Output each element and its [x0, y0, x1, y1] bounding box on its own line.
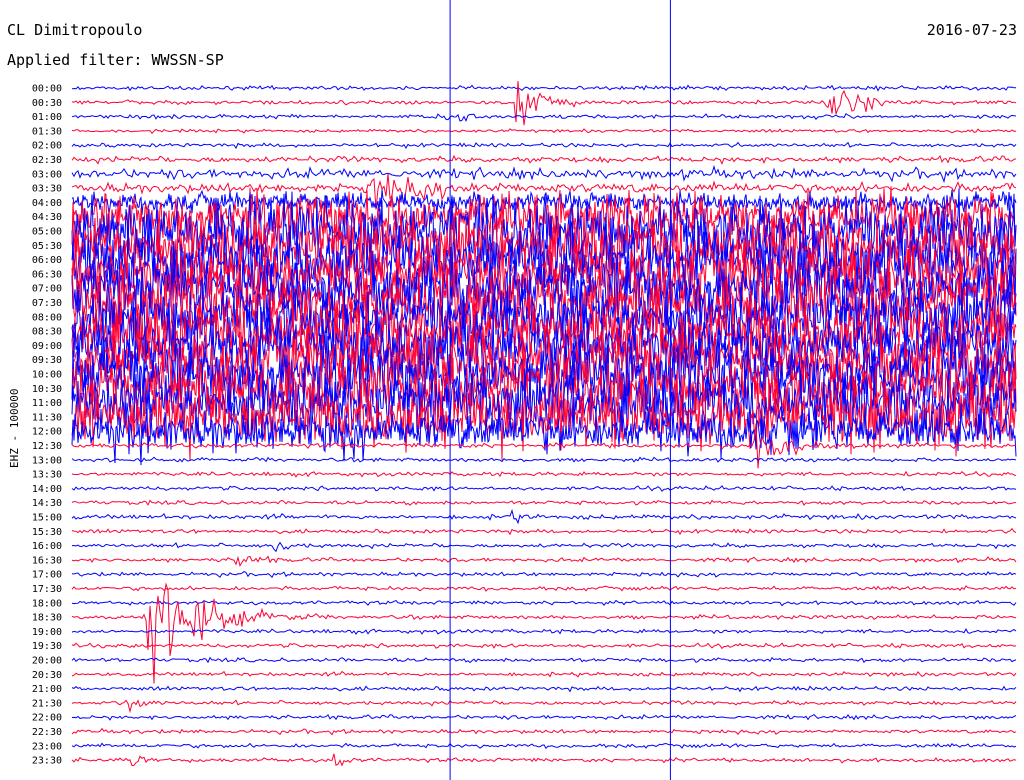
time-tick-label: 08:00: [32, 312, 62, 323]
time-tick-label: 06:00: [32, 255, 62, 266]
time-tick-label: 18:00: [32, 598, 62, 609]
time-tick-label: 07:00: [32, 284, 62, 295]
time-tick-label: 07:30: [32, 298, 62, 309]
trace-line: [71, 541, 1016, 553]
time-tick-label: 16:00: [32, 541, 62, 552]
trace-line: [71, 642, 1017, 650]
time-tick-label: 05:00: [32, 227, 62, 238]
time-tick-label: 01:30: [32, 126, 62, 137]
time-tick-label: 14:00: [32, 484, 62, 495]
time-tick-label: 11:00: [32, 398, 62, 409]
time-tick-label: 14:30: [32, 498, 62, 509]
time-tick-label: 15:30: [32, 527, 62, 538]
time-tick-label: 09:00: [32, 341, 62, 352]
trace-line: [71, 499, 1016, 506]
time-tick-label: 06:30: [32, 269, 62, 280]
time-tick-label: 15:00: [32, 513, 62, 524]
trace-line: [71, 582, 1017, 684]
trace-line: [71, 742, 1017, 750]
trace-line: [71, 154, 1017, 165]
time-tick-label: 01:00: [32, 112, 62, 123]
trace-layer: [71, 80, 1017, 767]
time-tick-label: 22:30: [32, 727, 62, 738]
trace-line: [71, 456, 1017, 463]
time-tick-label: 17:30: [32, 584, 62, 595]
tick-label-layer: 00:00 00:30 01:00 01:30 02:00 02:30 03:00 03:30…: [32, 84, 62, 767]
trace-line: [71, 699, 1017, 714]
time-tick-label: 22:00: [32, 713, 62, 724]
time-tick-label: 13:30: [32, 470, 62, 481]
time-tick-label: 02:00: [32, 141, 62, 152]
time-tick-label: 13:00: [32, 455, 62, 466]
trace-line: [71, 753, 1017, 767]
trace-line: [71, 128, 1017, 135]
trace-line: [71, 570, 1017, 579]
trace-line: [71, 141, 1017, 150]
time-tick-label: 20:00: [32, 656, 62, 667]
trace-line: [71, 555, 1017, 568]
time-tick-label: 08:30: [32, 327, 62, 338]
trace-line: [71, 585, 1017, 592]
trace-line: [71, 713, 1017, 721]
time-tick-label: 23:30: [32, 756, 62, 767]
time-tick-label: 02:30: [32, 155, 62, 166]
trace-line: [71, 112, 1017, 122]
trace-line: [71, 685, 1017, 693]
time-tick-label: 19:30: [32, 641, 62, 652]
time-tick-label: 17:00: [32, 570, 62, 581]
time-tick-label: 10:30: [32, 384, 62, 395]
time-tick-label: 16:30: [32, 555, 62, 566]
time-tick-label: 03:30: [32, 184, 62, 195]
time-tick-label: 18:30: [32, 613, 62, 624]
trace-line: [71, 527, 1017, 536]
time-tick-label: 09:30: [32, 355, 62, 366]
time-tick-label: 12:00: [32, 427, 62, 438]
trace-line: [71, 485, 1017, 492]
trace-line: [71, 164, 1017, 184]
trace-line: [71, 628, 1017, 635]
trace-line: [71, 470, 1017, 478]
seismogram-plot: 00:00 00:30 01:00 01:30 02:00 02:30 03:00 03:30…: [32, 0, 1017, 780]
trace-line: [71, 670, 1017, 678]
time-tick-label: 12:30: [32, 441, 62, 452]
trace-line: [71, 727, 1017, 736]
time-tick-label: 11:30: [32, 412, 62, 423]
time-tick-label: 21:30: [32, 698, 62, 709]
time-tick-label: 00:30: [32, 98, 62, 109]
time-tick-label: 10:00: [32, 370, 62, 381]
time-tick-label: 03:00: [32, 169, 62, 180]
time-tick-label: 21:00: [32, 684, 62, 695]
time-tick-label: 23:00: [32, 741, 62, 752]
time-tick-label: 04:30: [32, 212, 62, 223]
time-tick-label: 04:00: [32, 198, 62, 209]
time-tick-label: 00:00: [32, 84, 62, 95]
trace-line: [71, 84, 1016, 92]
time-tick-label: 05:30: [32, 241, 62, 252]
time-tick-label: 20:30: [32, 670, 62, 681]
time-tick-label: 19:00: [32, 627, 62, 638]
trace-line: [71, 656, 1017, 664]
trace-line: [71, 508, 1017, 525]
